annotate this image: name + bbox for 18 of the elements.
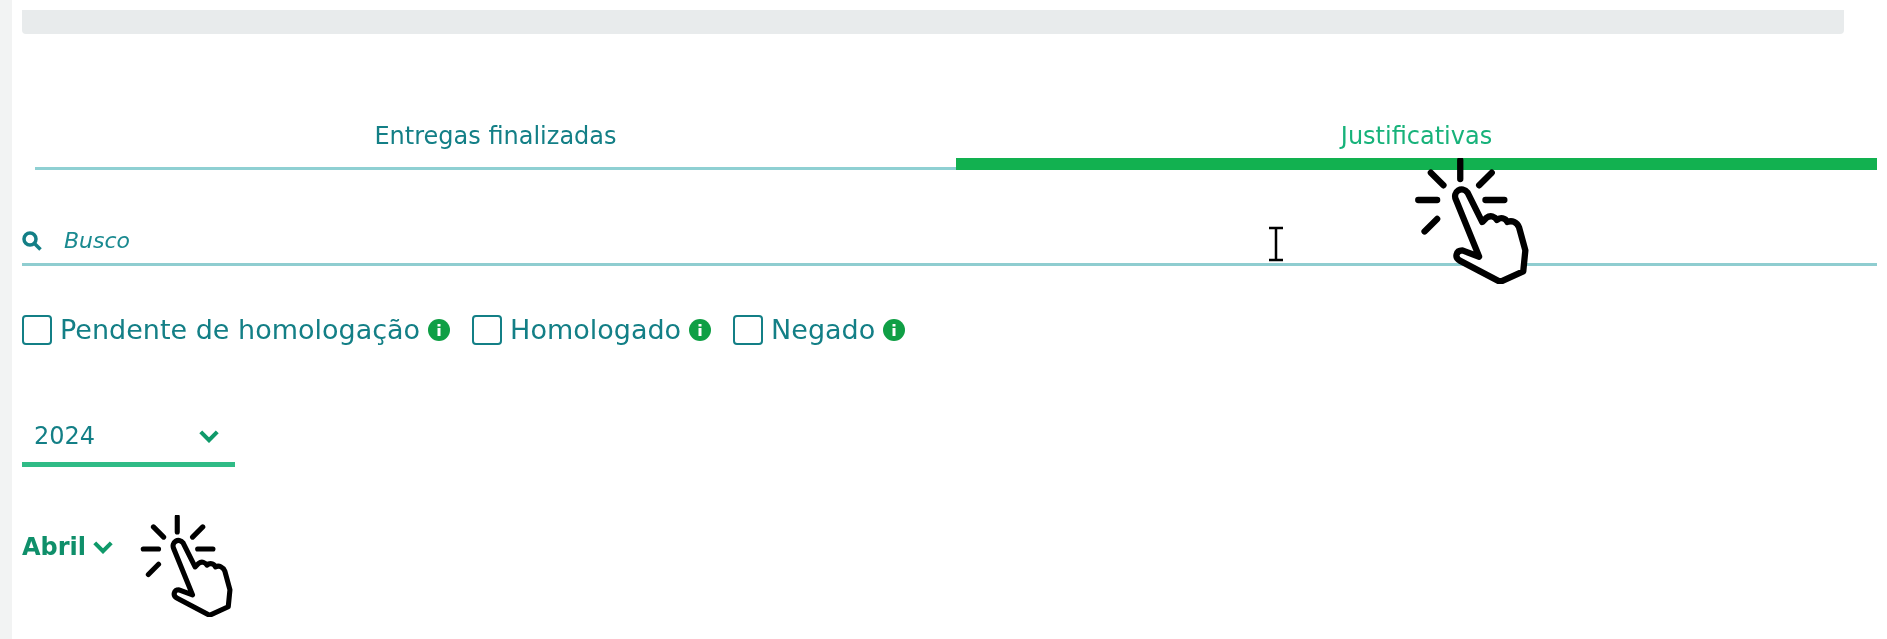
month-toggle[interactable]: Abril [22, 528, 115, 565]
tab[interactable]: Justificativas [956, 118, 1877, 170]
info-icon [689, 319, 712, 342]
filter-checkbox[interactable] [733, 315, 764, 346]
filter-label: Homologado [510, 313, 682, 347]
chevron-down-icon [198, 429, 220, 443]
year-select[interactable]: 2024 [22, 410, 235, 467]
info-icon [883, 319, 906, 342]
search-field[interactable]: Busco [64, 224, 464, 257]
info-icon [428, 319, 451, 342]
search-icon [22, 230, 42, 251]
text-cursor-icon [1266, 226, 1286, 262]
chevron-icon [92, 539, 115, 554]
filter-label: Pendente de homologação [60, 313, 421, 347]
filter-checkbox[interactable] [22, 315, 52, 346]
filter-checkbox[interactable] [472, 315, 503, 346]
filter-label: Negado [771, 313, 876, 347]
tab[interactable]: Entregas finalizadas [35, 118, 956, 170]
